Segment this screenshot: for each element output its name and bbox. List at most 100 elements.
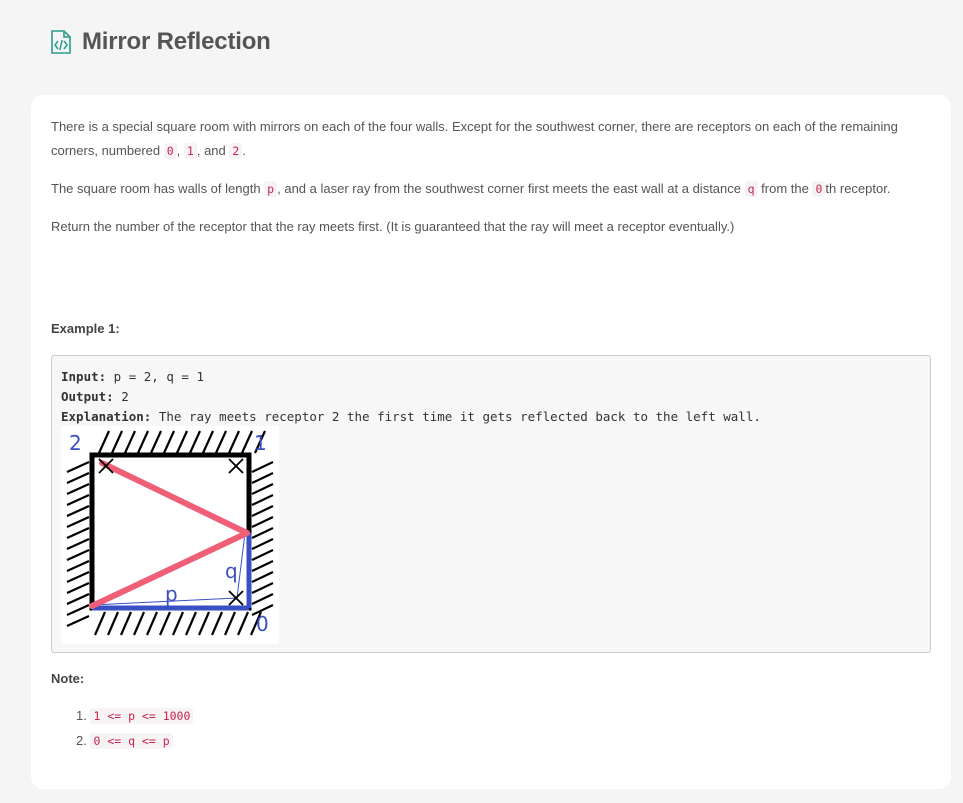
constraint-item: 1. 1 <= p <= 1000 [76,706,194,731]
hatch-mark [188,430,202,454]
hatch-mark [149,430,163,454]
hatch-mark [119,611,133,636]
desc-text: , and [196,143,230,158]
hatch-mark [251,505,274,517]
hatch-mark [251,571,274,583]
explanation-value: The ray meets receptor 2 the first time … [151,409,761,424]
hatch-mark [106,611,120,636]
output-label: Output: [61,389,114,404]
hatch-mark [132,611,146,636]
input-value: p = 2, q = 1 [106,369,204,384]
description-paragraph-2: The square room has walls of length p, a… [51,177,931,201]
desc-text: , and a laser ray from the southwest cor… [277,181,745,196]
hatch-mark [66,504,90,518]
problem-card: There is a special square room with mirr… [31,95,951,789]
hatch-mark [251,549,274,561]
desc-text: . [242,143,246,158]
page-title: Mirror Reflection [82,28,271,55]
receptor-code: 2 [229,143,243,159]
code-file-icon [51,30,71,54]
var-code: 0 [812,181,826,197]
output-value: 2 [113,389,129,404]
hatch-mark [123,430,137,454]
constraints-list: 1. 1 <= p <= 1000 2. 0 <= q <= p [76,706,194,756]
example-block: Input: p = 2, q = 1 Output: 2 Explanation:… [51,355,931,653]
note-title: Note: [51,671,85,686]
hatch-mark [66,614,90,628]
desc-text: from the [757,181,813,196]
desc-text: th receptor. [825,181,891,196]
hatch-mark [251,472,274,484]
hatch-mark [210,611,224,636]
hatch-mark [240,430,254,454]
list-number: 2. [76,733,87,748]
input-label: Input: [61,369,107,384]
hatch-mark [251,494,274,506]
constraint-code: 0 <= q <= p [90,733,173,749]
hatch-mark [66,581,90,595]
hatch-mark [251,538,274,550]
mirror-diagram: 2 1 0 p q [61,426,279,644]
hatch-mark [66,493,90,507]
hatch-mark [175,430,189,454]
hatch-mark [162,430,176,454]
hatch-mark [136,430,150,454]
hatch-mark [236,611,250,636]
list-number: 1. [76,708,87,723]
hatch-mark [227,430,241,454]
hatch-mark [251,582,274,594]
p-label: p [165,582,178,606]
receptor-0-label: 0 [256,612,269,636]
hatch-mark [251,593,274,605]
receptor-code: 1 [183,143,197,159]
var-code: q [744,181,758,197]
hatch-mark [184,611,198,636]
explanation-label: Explanation: [61,409,152,424]
hatch-mark [251,516,274,528]
q-dimension-line [236,532,246,599]
hatch-mark [93,611,107,636]
ray-segment-2 [99,460,250,536]
receptor-code: 0 [163,143,177,159]
hatch-mark [251,461,274,473]
description-paragraph-1: There is a special square room with mirr… [51,115,931,163]
hatch-mark [251,560,274,572]
hatch-mark [66,559,90,573]
constraint-item: 2. 0 <= q <= p [76,731,193,756]
constraint-code: 1 <= p <= 1000 [90,708,194,724]
hatch-mark [251,483,274,495]
hatch-mark [66,471,90,485]
hatch-mark [223,611,237,636]
hatch-mark [66,515,90,529]
receptor-2-label: 2 [69,431,82,455]
hatch-mark [214,430,228,454]
hatch-mark [171,611,185,636]
input-line: Input: p = 2, q = 1 [61,367,761,387]
hatch-mark [110,430,124,454]
output-line: Output: 2 [61,387,761,407]
hatch-mark [97,430,111,454]
desc-text: , [176,143,184,158]
hatch-mark [66,460,90,474]
hatch-mark [66,603,90,617]
hatch-mark [197,611,211,636]
hatch-mark [158,611,172,636]
hatch-mark [66,482,90,496]
desc-text: The square room has walls of length [51,181,265,196]
hatch-mark [66,570,90,584]
page-header: Mirror Reflection [50,24,271,60]
hatch-mark [66,592,90,606]
hatch-mark [251,527,274,539]
hatch-mark [201,430,215,454]
hatch-mark [66,526,90,540]
hatch-mark [66,548,90,562]
receptor-1-label: 1 [254,431,267,455]
example-title: Example 1: [51,321,120,336]
description-paragraph-3: Return the number of the receptor that t… [51,219,735,234]
receptor-1-marker [228,458,244,474]
hatch-mark [66,537,90,551]
problem-description: There is a special square room with mirr… [51,115,931,239]
example-code: Input: p = 2, q = 1 Output: 2 Explanation:… [61,367,761,427]
explanation-line: Explanation: The ray meets receptor 2 th… [61,407,761,427]
hatch-mark [145,611,159,636]
